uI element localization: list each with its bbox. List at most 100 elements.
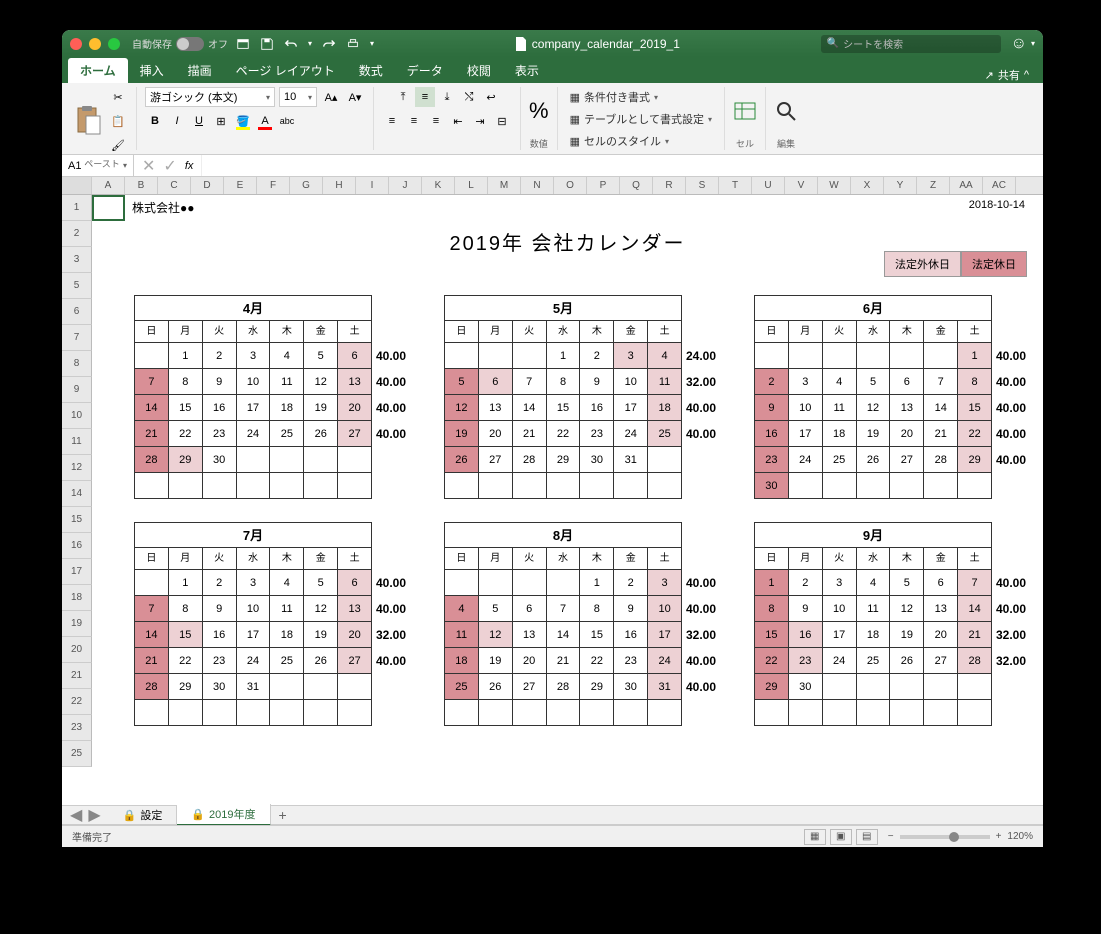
day-cell[interactable]: [513, 473, 547, 499]
day-cell[interactable]: 8: [169, 369, 203, 395]
row-header-12[interactable]: 12: [62, 455, 92, 481]
day-cell[interactable]: [513, 700, 547, 726]
row-header-20[interactable]: 20: [62, 637, 92, 663]
day-cell[interactable]: 9: [754, 395, 789, 421]
day-cell[interactable]: [754, 700, 789, 726]
day-cell[interactable]: [444, 570, 479, 596]
col-header-Y[interactable]: Y: [884, 177, 917, 194]
day-cell[interactable]: 11: [857, 596, 891, 622]
day-cell[interactable]: 18: [270, 395, 304, 421]
day-cell[interactable]: [479, 570, 513, 596]
normal-view-icon[interactable]: ▦: [804, 829, 826, 845]
day-cell[interactable]: 7: [924, 369, 958, 395]
day-cell[interactable]: 25: [857, 648, 891, 674]
day-cell[interactable]: 29: [169, 674, 203, 700]
home-icon[interactable]: [236, 37, 250, 51]
row-header-16[interactable]: 16: [62, 533, 92, 559]
day-cell[interactable]: 28: [958, 648, 992, 674]
day-cell[interactable]: 23: [614, 648, 648, 674]
day-cell[interactable]: 18: [823, 421, 857, 447]
align-top-icon[interactable]: ⤒: [393, 87, 413, 107]
row-header-17[interactable]: 17: [62, 559, 92, 585]
day-cell[interactable]: 7: [134, 596, 169, 622]
user-icon[interactable]: ☺: [1011, 35, 1027, 53]
day-cell[interactable]: 11: [270, 369, 304, 395]
day-cell[interactable]: [857, 674, 891, 700]
day-cell[interactable]: 29: [547, 447, 581, 473]
day-cell[interactable]: 3: [823, 570, 857, 596]
day-cell[interactable]: [479, 343, 513, 369]
col-header-S[interactable]: S: [686, 177, 719, 194]
day-cell[interactable]: 22: [580, 648, 614, 674]
number-format-button[interactable]: %: [529, 98, 549, 124]
col-header-I[interactable]: I: [356, 177, 389, 194]
day-cell[interactable]: 26: [444, 447, 479, 473]
day-cell[interactable]: [270, 700, 304, 726]
day-cell[interactable]: 10: [789, 395, 823, 421]
day-cell[interactable]: 30: [203, 674, 237, 700]
day-cell[interactable]: 17: [237, 395, 271, 421]
day-cell[interactable]: 18: [444, 648, 479, 674]
save-icon[interactable]: [260, 37, 274, 51]
day-cell[interactable]: 6: [924, 570, 958, 596]
row-header-21[interactable]: 21: [62, 663, 92, 689]
day-cell[interactable]: 10: [648, 596, 682, 622]
day-cell[interactable]: 22: [754, 648, 789, 674]
day-cell[interactable]: 12: [479, 622, 513, 648]
day-cell[interactable]: 20: [513, 648, 547, 674]
day-cell[interactable]: 24: [789, 447, 823, 473]
day-cell[interactable]: 24: [614, 421, 648, 447]
day-cell[interactable]: 26: [857, 447, 891, 473]
day-cell[interactable]: 21: [134, 648, 169, 674]
day-cell[interactable]: 12: [304, 596, 338, 622]
day-cell[interactable]: [338, 700, 372, 726]
day-cell[interactable]: 8: [754, 596, 789, 622]
day-cell[interactable]: 4: [270, 343, 304, 369]
day-cell[interactable]: [479, 473, 513, 499]
day-cell[interactable]: 19: [444, 421, 479, 447]
day-cell[interactable]: 14: [958, 596, 992, 622]
day-cell[interactable]: [789, 700, 823, 726]
find-button[interactable]: [774, 99, 798, 123]
day-cell[interactable]: 13: [924, 596, 958, 622]
tab-home[interactable]: ホーム: [68, 58, 128, 83]
day-cell[interactable]: 24: [237, 421, 271, 447]
day-cell[interactable]: 25: [270, 648, 304, 674]
day-cell[interactable]: 18: [270, 622, 304, 648]
day-cell[interactable]: 24: [237, 648, 271, 674]
row-header-2[interactable]: 2: [62, 221, 92, 247]
day-cell[interactable]: 17: [237, 622, 271, 648]
col-header-E[interactable]: E: [224, 177, 257, 194]
day-cell[interactable]: 22: [169, 421, 203, 447]
day-cell[interactable]: 15: [547, 395, 581, 421]
copy-icon[interactable]: 📋: [108, 111, 128, 131]
day-cell[interactable]: 23: [754, 447, 789, 473]
day-cell[interactable]: 27: [513, 674, 547, 700]
day-cell[interactable]: 5: [857, 369, 891, 395]
day-cell[interactable]: [924, 700, 958, 726]
day-cell[interactable]: 28: [513, 447, 547, 473]
close-button[interactable]: [70, 38, 82, 50]
tab-formulas[interactable]: 数式: [347, 58, 395, 83]
col-header-Z[interactable]: Z: [917, 177, 950, 194]
day-cell[interactable]: 2: [754, 369, 789, 395]
day-cell[interactable]: 7: [513, 369, 547, 395]
day-cell[interactable]: 29: [580, 674, 614, 700]
day-cell[interactable]: 30: [789, 674, 823, 700]
day-cell[interactable]: 27: [338, 648, 372, 674]
increase-indent-icon[interactable]: ⇥: [470, 111, 490, 131]
orientation-icon[interactable]: ⤭: [459, 87, 479, 107]
grow-font-icon[interactable]: A▴: [321, 87, 341, 107]
day-cell[interactable]: 13: [338, 596, 372, 622]
italic-button[interactable]: I: [167, 111, 187, 131]
day-cell[interactable]: [547, 473, 581, 499]
prev-sheet-icon[interactable]: ◀: [70, 805, 82, 825]
day-cell[interactable]: 10: [823, 596, 857, 622]
tab-layout[interactable]: ページ レイアウト: [224, 58, 347, 83]
day-cell[interactable]: 3: [614, 343, 648, 369]
day-cell[interactable]: 30: [203, 447, 237, 473]
day-cell[interactable]: 20: [338, 622, 372, 648]
row-header-9[interactable]: 9: [62, 377, 92, 403]
day-cell[interactable]: [134, 700, 169, 726]
day-cell[interactable]: [338, 674, 372, 700]
